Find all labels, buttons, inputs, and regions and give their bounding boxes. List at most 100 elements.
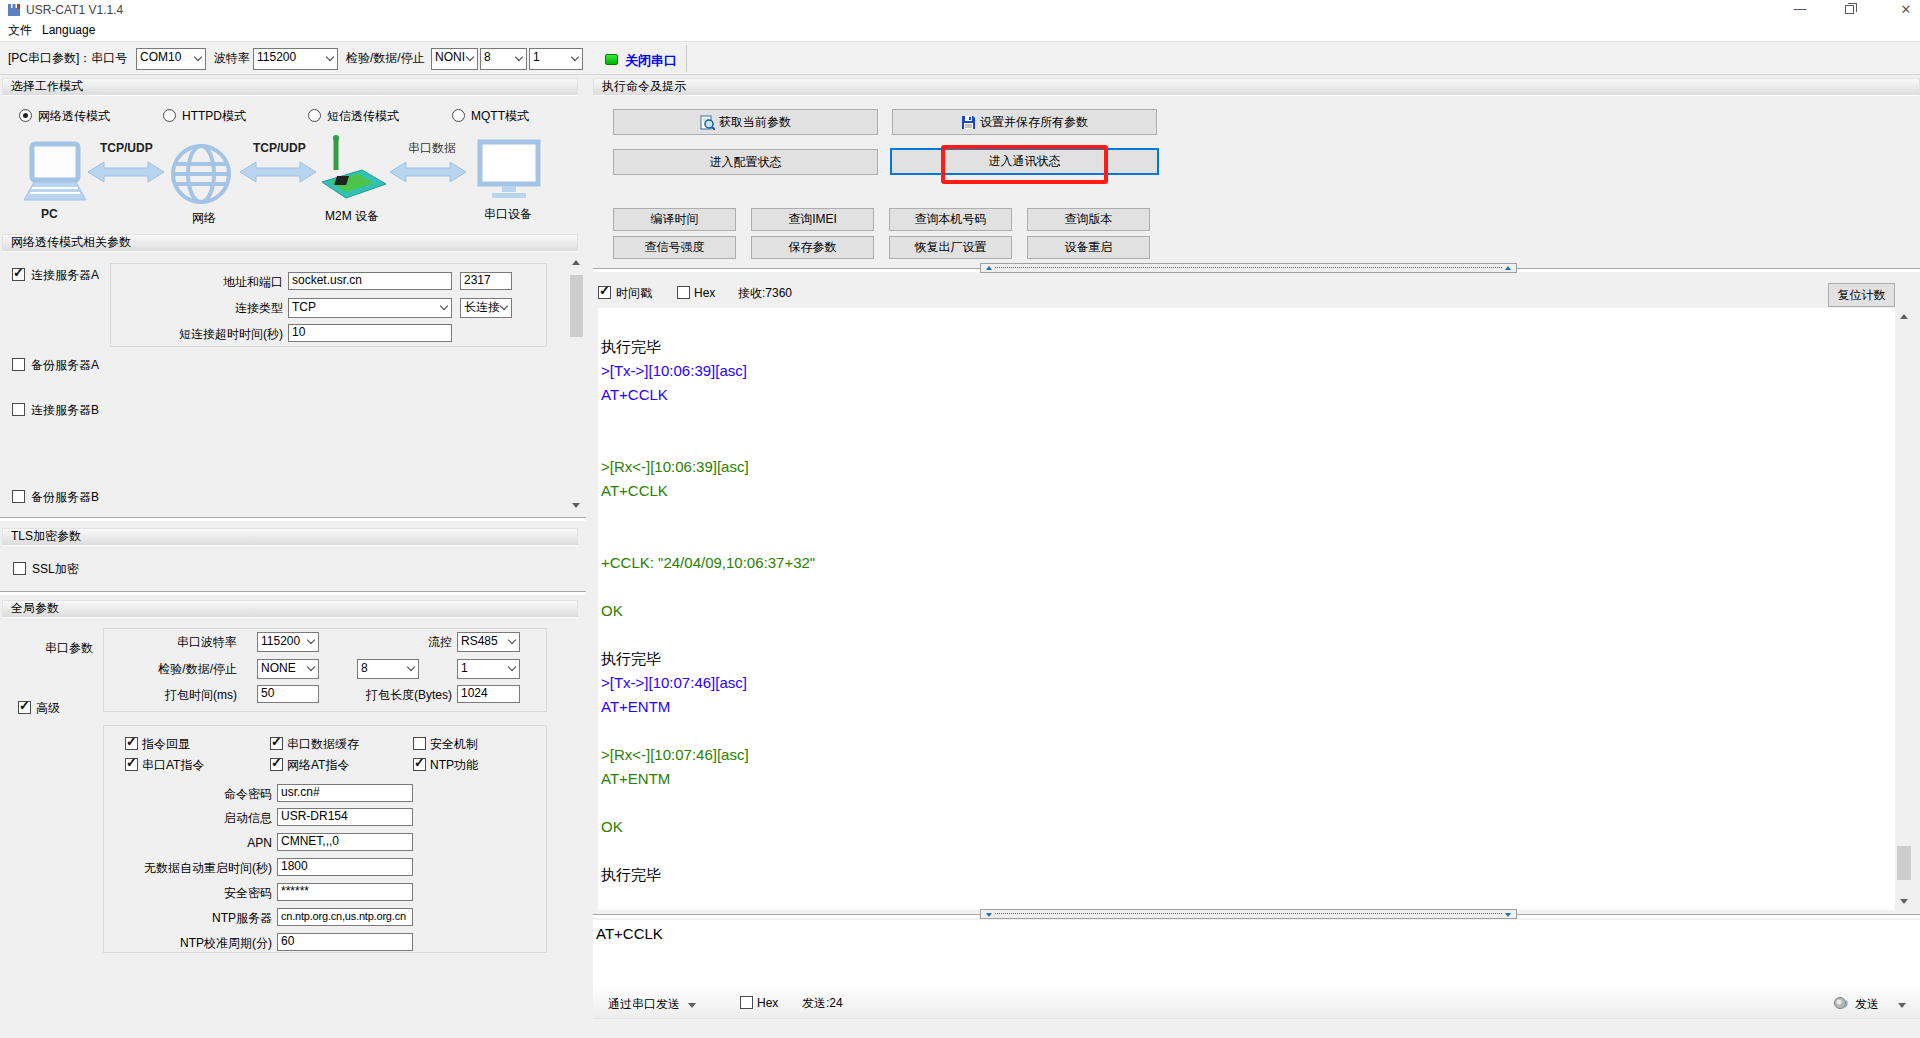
cb-serial-at[interactable] — [125, 758, 138, 771]
ssl-checkbox[interactable] — [13, 562, 26, 575]
splitter-bottom-handle[interactable] — [980, 909, 1517, 919]
server-b-checkbox[interactable] — [12, 403, 25, 416]
reset-count-button[interactable]: 复位计数 — [1828, 283, 1895, 307]
radio-mqtt-mode-label[interactable]: MQTT模式 — [471, 109, 529, 124]
cb-echo-label[interactable]: 指令回显 — [142, 737, 190, 752]
collapse-down-icon[interactable] — [986, 913, 992, 917]
menu-file[interactable]: 文件 — [8, 23, 32, 38]
field-input-2[interactable]: CMNET,,,0 — [277, 833, 413, 851]
ssl-label[interactable]: SSL加密 — [32, 562, 79, 577]
scroll-down-icon[interactable] — [1900, 899, 1908, 904]
enter-config-button[interactable]: 进入配置状态 — [613, 149, 878, 175]
advanced-label[interactable]: 高级 — [36, 701, 60, 716]
collapse-up-icon[interactable] — [1505, 266, 1511, 270]
backup-a-label[interactable]: 备份服务器A — [31, 358, 99, 373]
send-hex-checkbox[interactable] — [740, 996, 753, 1009]
port-combo[interactable]: COM10 — [136, 48, 206, 70]
packlen-input[interactable]: 1024 — [457, 685, 520, 703]
radio-sms-mode-label[interactable]: 短信透传模式 — [327, 109, 399, 124]
collapse-up-icon[interactable] — [986, 266, 992, 270]
backup-b-checkbox[interactable] — [12, 490, 25, 503]
send-via-dropdown[interactable]: 通过串口发送 — [608, 997, 680, 1012]
cmd-query-version-button[interactable]: 查询版本 — [1027, 208, 1150, 231]
cmd-signal-button[interactable]: 查信号强度 — [613, 236, 736, 259]
send-caret-icon[interactable] — [1898, 1003, 1906, 1008]
keep-type-combo[interactable]: 长连接 — [460, 298, 512, 318]
baud-combo[interactable]: 115200 — [253, 48, 338, 70]
stopbits-combo[interactable]: 1 — [529, 48, 583, 70]
log-hex-label[interactable]: Hex — [694, 286, 715, 301]
timestamp-label[interactable]: 时间戳 — [616, 286, 652, 301]
cb-echo[interactable] — [125, 737, 138, 750]
cmd-factory-reset-button[interactable]: 恢复出厂设置 — [889, 236, 1012, 259]
databits-combo[interactable]: 8 — [480, 48, 527, 70]
left-scrollbar[interactable] — [570, 255, 583, 513]
parity-combo[interactable]: NONI — [431, 48, 478, 70]
g-stopbits-combo[interactable]: 1 — [457, 659, 520, 679]
splitter-top-handle[interactable] — [980, 263, 1517, 273]
set-save-params-button[interactable]: 设置并保存所有参数 — [892, 109, 1157, 135]
g-databits-combo[interactable]: 8 — [357, 659, 419, 679]
cmd-query-number-button[interactable]: 查询本机号码 — [889, 208, 1012, 231]
server-b-label[interactable]: 连接服务器B — [31, 403, 99, 418]
cb-cache[interactable] — [270, 737, 283, 750]
cmd-save-params-button[interactable]: 保存参数 — [751, 236, 874, 259]
radio-httpd-mode-label[interactable]: HTTPD模式 — [182, 109, 246, 124]
cmd-compile-time-button[interactable]: 编译时间 — [613, 208, 736, 231]
scroll-up-icon[interactable] — [1900, 314, 1908, 319]
timeout-input[interactable]: 10 — [288, 324, 452, 342]
radio-httpd-mode[interactable] — [163, 109, 176, 122]
close-serial-button[interactable]: 关闭串口 — [625, 53, 677, 68]
field-input-6[interactable]: 60 — [277, 933, 413, 951]
g-parity-combo[interactable]: NONE — [257, 659, 319, 679]
conn-type-combo[interactable]: TCP — [288, 298, 452, 318]
cb-cache-label[interactable]: 串口数据缓存 — [287, 737, 359, 752]
field-input-5[interactable]: cn.ntp.org.cn,us.ntp.org.cn — [277, 908, 413, 926]
log-hex-checkbox[interactable] — [677, 286, 690, 299]
server-a-label[interactable]: 连接服务器A — [31, 268, 99, 283]
backup-a-checkbox[interactable] — [12, 358, 25, 371]
cb-security[interactable] — [413, 737, 426, 750]
scroll-thumb[interactable] — [570, 275, 583, 337]
radio-net-mode-label[interactable]: 网络透传模式 — [38, 109, 110, 124]
minimize-button[interactable]: — — [1790, 1, 1810, 16]
g-flow-combo[interactable]: RS485 — [457, 632, 520, 652]
cmd-query-imei-button[interactable]: 查询IMEI — [751, 208, 874, 231]
scroll-down-icon[interactable] — [572, 503, 580, 508]
log-textarea[interactable]: 执行完毕 >[Tx->][10:06:39][asc] AT+CCLK >[Rx… — [598, 308, 1895, 910]
field-input-3[interactable]: 1800 — [277, 858, 413, 876]
log-scrollbar[interactable] — [1896, 308, 1912, 910]
get-params-button[interactable]: 获取当前参数 — [613, 109, 878, 135]
field-input-1[interactable]: USR-DR154 — [277, 808, 413, 826]
cb-security-label[interactable]: 安全机制 — [430, 737, 478, 752]
close-button[interactable]: ✕ — [1896, 2, 1916, 17]
cb-ntp[interactable] — [413, 758, 426, 771]
scroll-thumb[interactable] — [1897, 846, 1911, 880]
addr-input[interactable]: socket.usr.cn — [288, 272, 452, 290]
send-hex-label[interactable]: Hex — [757, 996, 778, 1011]
radio-mqtt-mode[interactable] — [452, 109, 465, 122]
cb-ntp-label[interactable]: NTP功能 — [430, 758, 478, 773]
cb-net-at-label[interactable]: 网络AT指令 — [287, 758, 349, 773]
field-input-0[interactable]: usr.cn# — [277, 784, 413, 802]
radio-sms-mode[interactable] — [308, 109, 321, 122]
collapse-down-icon[interactable] — [1505, 913, 1511, 917]
g-baud-combo[interactable]: 115200 — [257, 632, 319, 652]
field-input-4[interactable]: ****** — [277, 883, 413, 901]
timestamp-checkbox[interactable] — [598, 286, 611, 299]
restore-button[interactable] — [1845, 5, 1854, 14]
cb-net-at[interactable] — [270, 758, 283, 771]
cb-serial-at-label[interactable]: 串口AT指令 — [142, 758, 204, 773]
menu-language[interactable]: Language — [42, 23, 95, 38]
cmd-reboot-button[interactable]: 设备重启 — [1027, 236, 1150, 259]
advanced-checkbox[interactable] — [18, 701, 31, 714]
radio-net-mode[interactable] — [19, 109, 32, 122]
send-textarea[interactable]: AT+CCLK — [593, 920, 1920, 988]
port-input[interactable]: 2317 — [460, 272, 512, 290]
send-via-caret-icon[interactable] — [688, 1003, 696, 1008]
server-a-checkbox[interactable] — [12, 268, 25, 281]
backup-b-label[interactable]: 备份服务器B — [31, 490, 99, 505]
send-button[interactable]: 发送 — [1855, 997, 1879, 1012]
packtime-input[interactable]: 50 — [257, 685, 319, 703]
scroll-up-icon[interactable] — [572, 260, 580, 265]
